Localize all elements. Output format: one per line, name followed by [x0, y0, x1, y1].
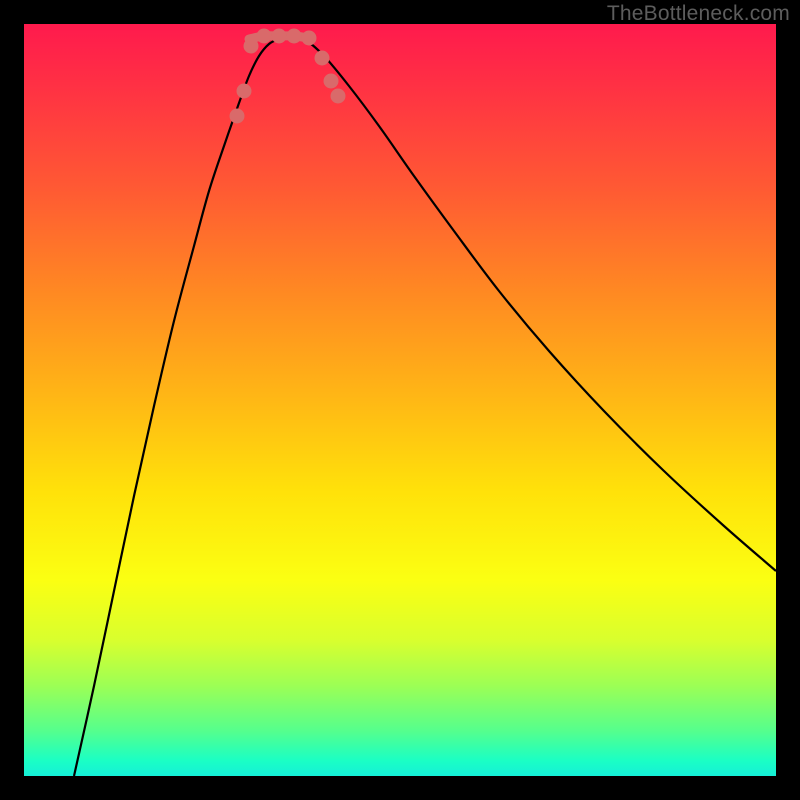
data-point-p3 — [244, 39, 259, 54]
watermark-text: TheBottleneck.com — [607, 2, 790, 26]
data-points — [230, 29, 346, 124]
data-point-p2 — [237, 84, 252, 99]
data-point-p10 — [331, 89, 346, 104]
data-point-p4 — [257, 29, 272, 44]
data-point-p8 — [315, 51, 330, 66]
data-point-p5 — [272, 29, 287, 44]
data-point-p6 — [287, 29, 302, 44]
data-point-p9 — [324, 74, 339, 89]
chart-svg — [24, 24, 776, 776]
right-curve — [289, 36, 776, 571]
data-point-p7 — [302, 31, 317, 46]
curve-group — [74, 36, 776, 776]
data-point-p1 — [230, 109, 245, 124]
left-curve — [74, 36, 289, 776]
chart-plot-area — [24, 24, 776, 776]
